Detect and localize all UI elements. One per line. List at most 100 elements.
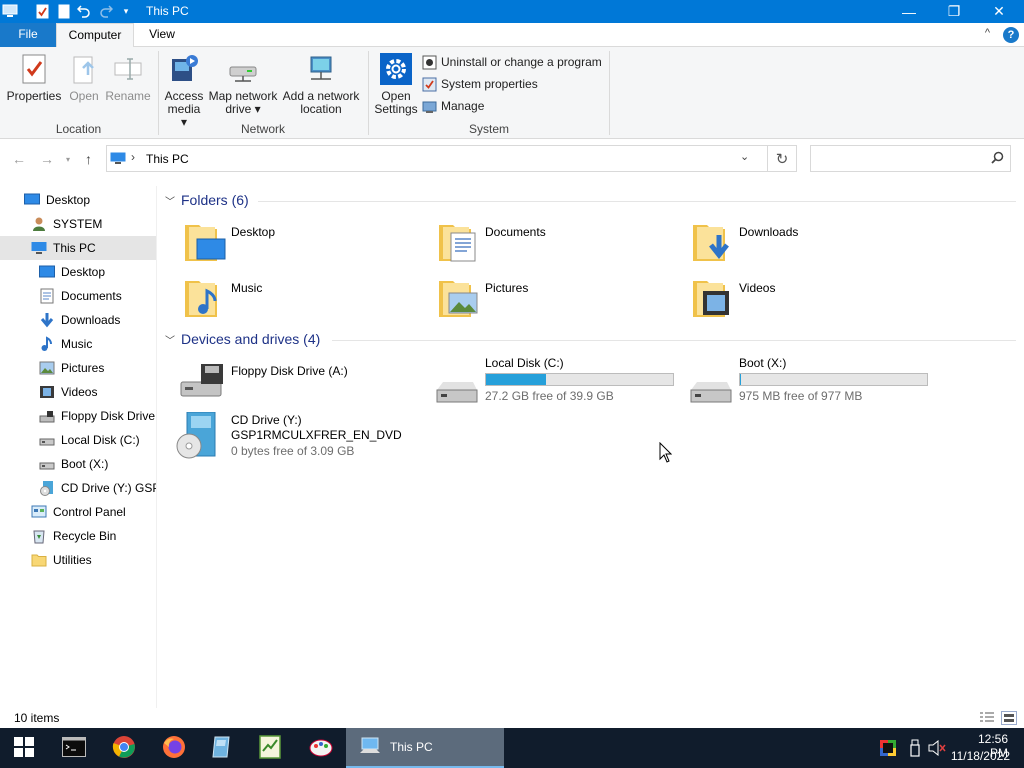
command-prompt-icon: [62, 736, 86, 760]
address-history-dropdown-icon[interactable]: ⌄: [740, 150, 749, 163]
nav-item-cd-drive-y[interactable]: CD Drive (Y:) GSP1: [0, 476, 156, 500]
drive-label: Local Disk (C:): [485, 356, 564, 370]
nav-item-desktop-root[interactable]: Desktop: [0, 188, 156, 212]
maximize-button[interactable]: ❐: [931, 0, 977, 23]
properties-button[interactable]: Properties: [6, 51, 62, 103]
address-bar[interactable]: › This PC: [106, 145, 768, 172]
computer-icon[interactable]: [2, 3, 18, 19]
nav-label: Desktop: [46, 193, 91, 207]
pane-divider[interactable]: [156, 186, 157, 708]
system-properties-button[interactable]: System properties: [422, 75, 538, 93]
new-folder-quick-icon[interactable]: [56, 3, 72, 19]
folder-tile-documents[interactable]: Documents: [437, 217, 677, 271]
uninstall-program-button[interactable]: Uninstall or change a program: [422, 53, 602, 71]
rename-button[interactable]: Rename: [104, 51, 152, 103]
open-settings-label-2: Settings: [374, 102, 418, 116]
taskbar-editor[interactable]: [246, 728, 294, 768]
tab-file[interactable]: File: [0, 23, 56, 47]
folder-tile-downloads[interactable]: Downloads: [691, 217, 931, 271]
taskbar-disk-app[interactable]: [197, 728, 245, 768]
forward-arrow-icon[interactable]: →: [40, 151, 54, 167]
collapse-ribbon-icon[interactable]: ^: [985, 27, 990, 39]
drive-tile-floppy[interactable]: Floppy Disk Drive (A:): [177, 356, 427, 410]
pictures-folder-icon: [437, 273, 485, 321]
nav-item-recycle-bin[interactable]: Recycle Bin: [0, 524, 156, 548]
recent-locations-icon[interactable]: ▾: [66, 155, 70, 164]
access-media-button[interactable]: Access media ▾: [163, 51, 205, 129]
nav-item-utilities[interactable]: Utilities: [0, 548, 156, 572]
nav-item-this-pc[interactable]: This PC: [0, 236, 156, 260]
open-button[interactable]: Open: [64, 51, 104, 103]
nav-item-boot-x[interactable]: Boot (X:): [0, 452, 156, 476]
back-arrow-icon[interactable]: ←: [12, 151, 26, 167]
volume-muted-icon[interactable]: [928, 739, 946, 759]
drive-tile-boot-x[interactable]: Boot (X:) 975 MB free of 977 MB: [673, 356, 933, 410]
cd-drive-icon: [39, 480, 55, 496]
tab-view[interactable]: View: [134, 23, 190, 47]
drive-icon: [39, 456, 55, 472]
tiles-view-icon[interactable]: [1001, 711, 1017, 725]
cd-volume-label: GSP1RMCULXFRER_EN_DVD: [231, 428, 402, 442]
folder-tile-pictures[interactable]: Pictures: [437, 273, 677, 327]
drive-tile-local-disk-c[interactable]: Local Disk (C:) 27.2 GB free of 39.9 GB: [419, 356, 679, 410]
ribbon-tabs: File Computer View ^ ?: [0, 23, 1024, 48]
disk-usage-bar: [739, 373, 928, 386]
add-location-label-1: Add a network: [282, 89, 360, 103]
details-view-icon[interactable]: [979, 711, 995, 725]
map-network-drive-button[interactable]: Map network drive ▾: [207, 51, 279, 116]
breadcrumb-this-pc[interactable]: This PC: [146, 152, 189, 166]
minimize-button[interactable]: —: [886, 0, 932, 23]
taskbar-command-prompt[interactable]: [50, 728, 98, 768]
customize-toolbar-icon[interactable]: ▾: [118, 3, 134, 19]
manage-label: Manage: [441, 99, 485, 113]
tab-computer[interactable]: Computer: [56, 23, 134, 48]
taskbar-window-label: This PC: [390, 740, 433, 754]
nav-item-videos[interactable]: Videos: [0, 380, 156, 404]
usb-device-icon[interactable]: [909, 739, 921, 760]
undo-icon[interactable]: [76, 3, 92, 19]
nav-item-system[interactable]: SYSTEM: [0, 212, 156, 236]
videos-folder-icon: [691, 273, 739, 321]
nav-item-music[interactable]: Music: [0, 332, 156, 356]
manage-button[interactable]: Manage: [422, 97, 484, 115]
taskbar-firefox[interactable]: [150, 728, 198, 768]
open-label: Open: [69, 89, 99, 103]
close-button[interactable]: ✕: [976, 0, 1022, 23]
videos-icon: [39, 384, 55, 400]
nav-item-desktop[interactable]: Desktop: [0, 260, 156, 284]
folders-section-header[interactable]: ﹀ Folders (6): [165, 190, 249, 210]
nav-label: Floppy Disk Drive: [61, 409, 156, 423]
taskbar-this-pc-window[interactable]: This PC: [346, 728, 504, 768]
nav-item-control-panel[interactable]: Control Panel: [0, 500, 156, 524]
drives-section-header[interactable]: ﹀ Devices and drives (4): [165, 329, 320, 349]
refresh-button[interactable]: ↻: [768, 145, 797, 172]
up-arrow-icon[interactable]: ↑: [85, 151, 92, 167]
open-settings-button[interactable]: Open Settings: [371, 51, 421, 116]
music-icon: [39, 336, 55, 352]
folder-label: Pictures: [485, 281, 529, 295]
nav-label: Desktop: [61, 265, 106, 279]
folder-tile-music[interactable]: Music: [183, 273, 423, 327]
add-network-location-button[interactable]: Add a network location: [281, 51, 361, 116]
folders-header-label: Folders (6): [181, 192, 249, 208]
breadcrumb-separator[interactable]: ›: [131, 150, 135, 164]
windows-logo-icon: [14, 736, 34, 760]
nav-item-local-disk-c[interactable]: Local Disk (C:): [0, 428, 156, 452]
folder-tile-videos[interactable]: Videos: [691, 273, 931, 327]
folder-tile-desktop[interactable]: Desktop: [183, 217, 423, 271]
taskbar-paint-app[interactable]: [297, 728, 345, 768]
nav-item-documents[interactable]: Documents: [0, 284, 156, 308]
redo-icon[interactable]: [98, 3, 114, 19]
nav-item-pictures[interactable]: Pictures: [0, 356, 156, 380]
drive-tile-cd-y[interactable]: CD Drive (Y:) GSP1RMCULXFRER_EN_DVD 0 by…: [165, 411, 425, 466]
color-app-tray-icon[interactable]: [880, 740, 896, 759]
clock-date[interactable]: 11/18/2022: [951, 749, 1010, 763]
search-input[interactable]: [810, 145, 1011, 172]
start-button[interactable]: [0, 728, 48, 768]
nav-item-downloads[interactable]: Downloads: [0, 308, 156, 332]
paint-icon: [308, 736, 334, 761]
taskbar-chrome[interactable]: [100, 728, 148, 768]
properties-quick-icon[interactable]: [34, 3, 50, 19]
help-icon[interactable]: ?: [1003, 27, 1019, 43]
nav-item-floppy[interactable]: Floppy Disk Drive: [0, 404, 156, 428]
